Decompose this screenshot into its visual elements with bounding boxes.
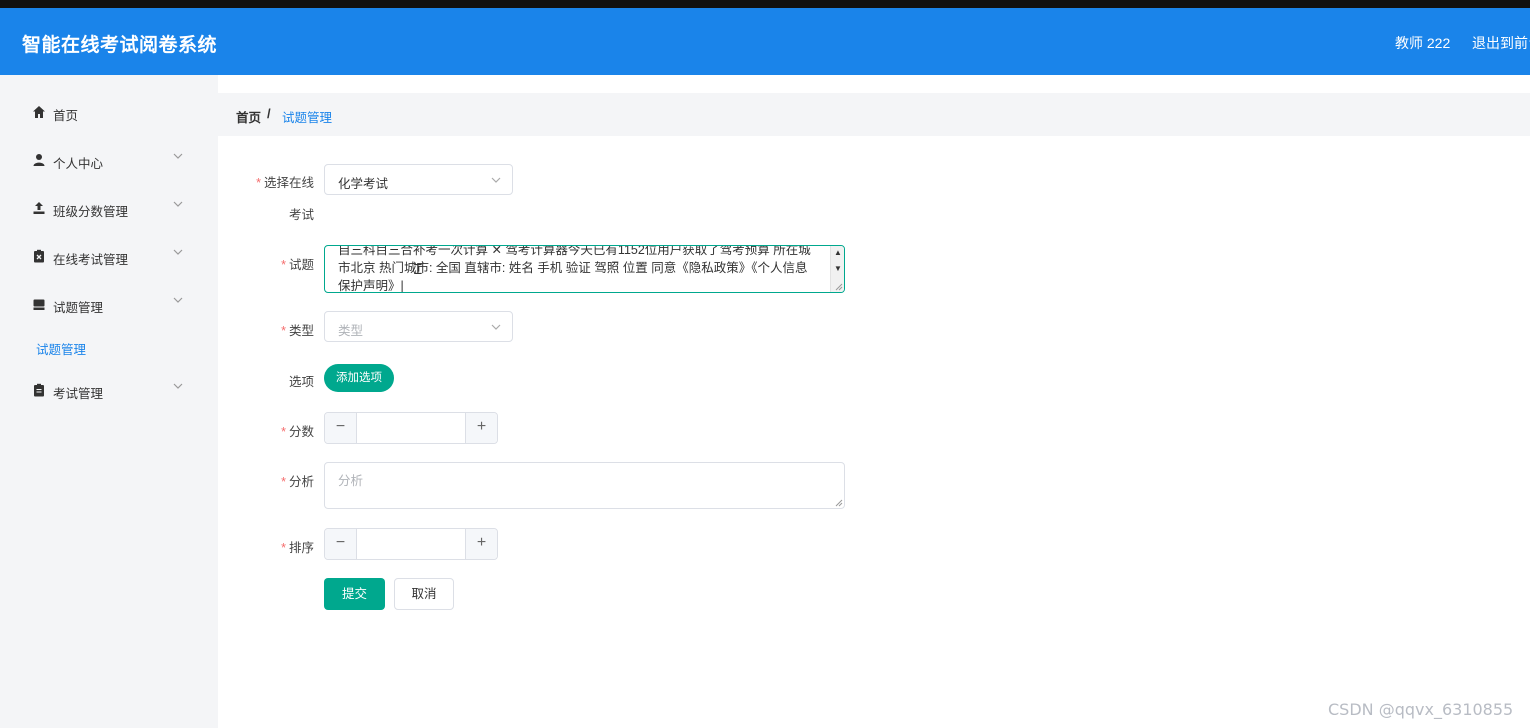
sidebar-item-exam-management[interactable]: 考试管理 — [0, 371, 218, 411]
type-select-placeholder: 类型 — [338, 324, 364, 338]
score-input[interactable] — [358, 413, 465, 443]
add-option-button[interactable]: 添加选项 — [324, 364, 394, 392]
order-decrement-button[interactable]: − — [325, 529, 357, 559]
chevron-down-icon — [173, 201, 183, 207]
required-mark: * — [281, 475, 286, 489]
analysis-placeholder: 分析 — [338, 474, 364, 488]
app-title: 智能在线考试阅卷系统 — [22, 35, 218, 56]
home-icon — [33, 106, 45, 118]
exam-label-text: 选择在线 — [263, 176, 314, 190]
question-label-text: 试题 — [288, 258, 314, 272]
exam-label-line2: 考试 — [288, 208, 314, 222]
sidebar-item-label: 在线考试管理 — [53, 253, 129, 267]
resize-handle-icon[interactable] — [834, 498, 843, 507]
order-label-text: 排序 — [288, 541, 314, 555]
order-label: * 排序 — [250, 537, 314, 556]
logout-link[interactable]: 退出到前台 — [1472, 33, 1530, 53]
chevron-down-icon — [173, 297, 183, 303]
sidebar-item-home[interactable]: 首页 — [0, 93, 218, 133]
analysis-label: * 分析 — [250, 471, 314, 490]
order-increment-button[interactable]: + — [465, 529, 497, 559]
user-name: 教师 222 — [1395, 35, 1451, 51]
score-label: * 分数 — [250, 421, 314, 440]
chevron-down-icon — [491, 177, 501, 183]
score-decrement-button[interactable]: − — [325, 413, 357, 443]
required-mark: * — [281, 541, 286, 555]
chevron-down-icon — [173, 383, 183, 389]
order-stepper: − + — [324, 528, 498, 560]
app-header: 智能在线考试阅卷系统 教师 222 退出到前台 — [0, 8, 1530, 75]
sidebar-item-question-management[interactable]: 试题管理 — [0, 285, 218, 325]
sidebar: 首页 个人中心 班级分数管理 在线考试管理 试题管理 试题管理 考试管理 — [0, 75, 218, 728]
type-label-text: 类型 — [288, 324, 314, 338]
chevron-down-icon — [173, 153, 183, 159]
sidebar-subitem-question-management[interactable]: 试题管理 — [36, 339, 86, 358]
person-icon — [33, 154, 45, 166]
exam-select[interactable]: 化学考试 — [324, 164, 513, 195]
sidebar-item-label: 试题管理 — [53, 301, 104, 315]
question-text: 自三科目三合补考一次计算 ✕ 驾考计算器今天已有1152位用户获取了驾考预算 所… — [338, 245, 811, 293]
clipboard-x-icon — [34, 249, 44, 263]
breadcrumb-current: 试题管理 — [282, 111, 333, 125]
score-stepper: − + — [324, 412, 498, 444]
sidebar-item-label: 个人中心 — [53, 157, 104, 171]
question-label: * 试题 — [250, 254, 314, 273]
exam-label: * 选择在线 — [250, 172, 314, 191]
sidebar-item-label: 班级分数管理 — [53, 205, 129, 219]
text-cursor-icon: Ɪ — [414, 262, 422, 278]
question-textarea[interactable]: 自三科目三合补考一次计算 ✕ 驾考计算器今天已有1152位用户获取了驾考预算 所… — [324, 245, 845, 293]
resize-handle-icon[interactable] — [834, 282, 843, 291]
exam-select-value: 化学考试 — [338, 177, 389, 191]
type-select[interactable]: 类型 — [324, 311, 513, 342]
scroll-up-arrow-icon[interactable]: ▲ — [833, 248, 843, 258]
sidebar-item-label: 首页 — [53, 109, 79, 123]
submit-button[interactable]: 提交 — [324, 578, 385, 610]
clipboard-icon — [34, 383, 44, 397]
chevron-down-icon — [173, 249, 183, 255]
type-label: * 类型 — [250, 320, 314, 339]
breadcrumb-separator: / — [267, 106, 271, 121]
sidebar-item-label: 考试管理 — [53, 387, 104, 401]
analysis-label-text: 分析 — [288, 475, 314, 489]
order-input[interactable] — [358, 529, 465, 559]
required-mark: * — [256, 176, 261, 190]
upload-icon — [33, 202, 45, 214]
required-mark: * — [281, 324, 286, 338]
required-mark: * — [281, 258, 286, 272]
top-strip — [0, 0, 1530, 8]
breadcrumb-home[interactable]: 首页 — [236, 107, 261, 126]
score-increment-button[interactable]: + — [465, 413, 497, 443]
options-label: 选项 — [288, 375, 314, 389]
breadcrumb: 首页 / 试题管理 — [218, 93, 1530, 136]
drive-icon — [33, 299, 45, 310]
required-mark: * — [281, 425, 286, 439]
scroll-down-arrow-icon[interactable]: ▼ — [833, 264, 843, 274]
sidebar-item-online-exam[interactable]: 在线考试管理 — [0, 237, 218, 277]
watermark: CSDN @qqvx_6310855 — [1328, 700, 1514, 719]
analysis-textarea[interactable]: 分析 — [324, 462, 845, 509]
score-label-text: 分数 — [288, 425, 314, 439]
cancel-button[interactable]: 取消 — [394, 578, 454, 610]
sidebar-item-class-score[interactable]: 班级分数管理 — [0, 189, 218, 229]
chevron-down-icon — [491, 324, 501, 330]
sidebar-item-personal-center[interactable]: 个人中心 — [0, 141, 218, 181]
